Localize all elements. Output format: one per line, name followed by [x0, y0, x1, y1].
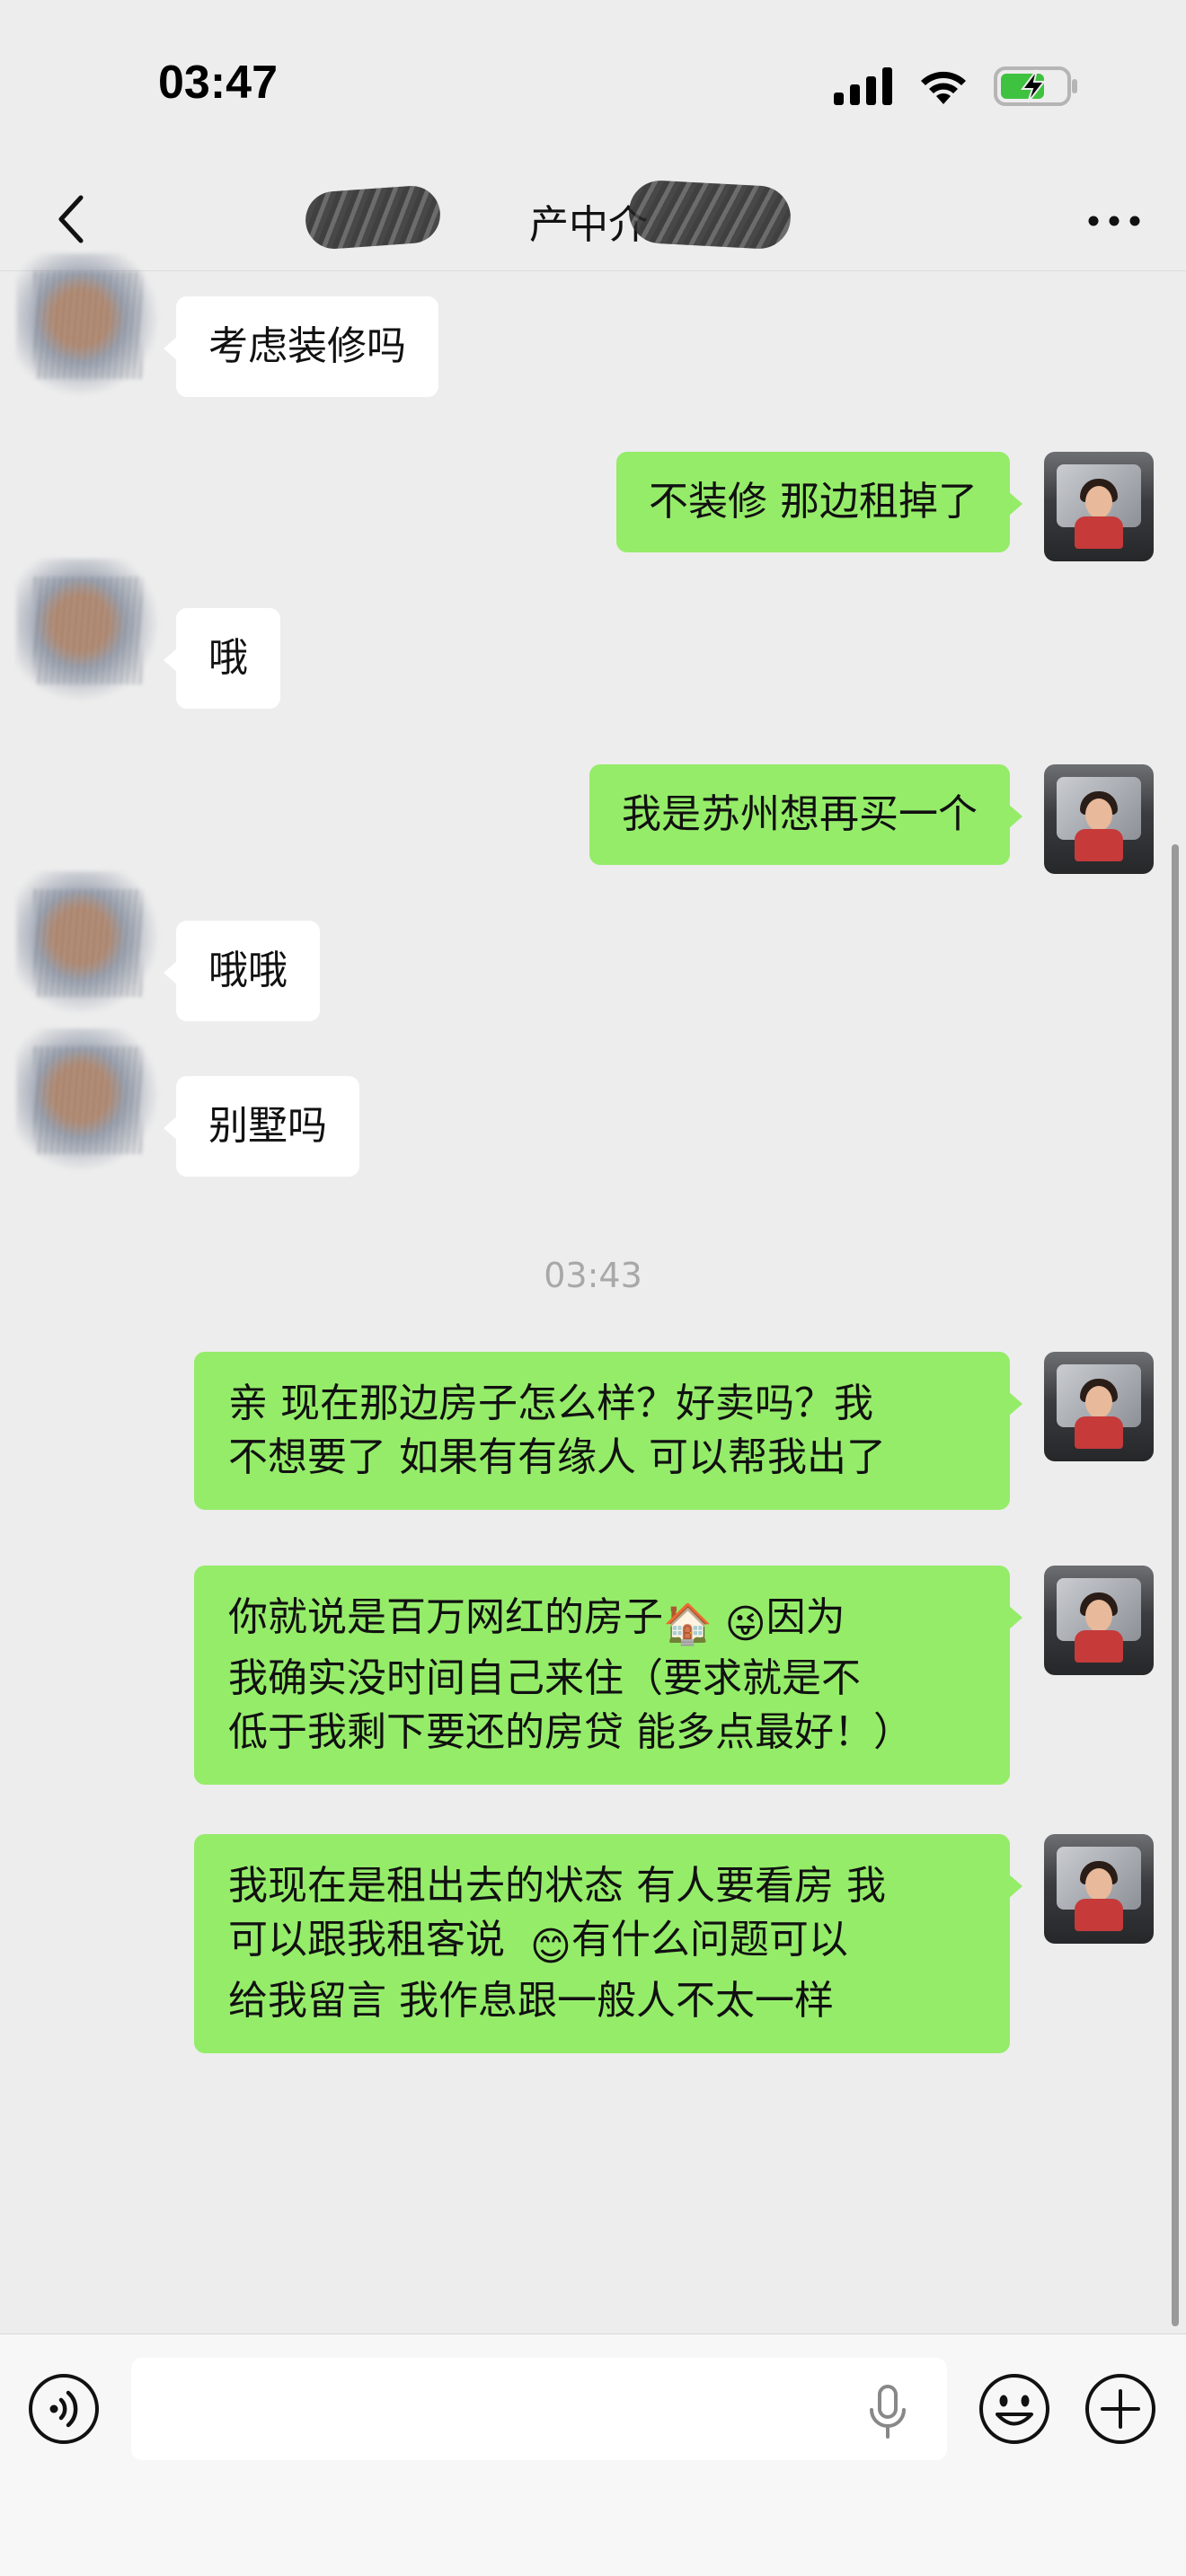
mic-button[interactable] — [864, 2385, 911, 2439]
message-bubble-outgoing[interactable]: 亲 现在那边房子怎么样？好卖吗？我 不想要了 如果有有缘人 可以帮我出了 — [194, 1352, 1022, 1510]
message-text-line: 亲 现在那边房子怎么样？好卖吗？我 — [228, 1381, 873, 1426]
contact-avatar[interactable] — [16, 559, 160, 702]
house-emoji: 🏠 — [663, 1601, 712, 1647]
message-text: 考虑装修吗 — [208, 323, 406, 369]
voice-button[interactable] — [27, 2372, 101, 2446]
message-text: 别墅吗 — [208, 1103, 327, 1149]
winking-tongue-emoji: 😜 — [724, 1601, 766, 1647]
message-bubble-incoming[interactable]: 哦 — [164, 608, 280, 709]
wifi-icon — [921, 71, 966, 104]
message-bubble-outgoing[interactable]: 不装修 那边租掉了 — [616, 452, 1022, 552]
contact-avatar[interactable] — [16, 871, 160, 1015]
plus-icon — [1085, 2374, 1155, 2444]
message-text-line: 不想要了 如果有有缘人 可以帮我出了 — [228, 1434, 886, 1480]
message-text-line: 给我留言 我作息跟一般人不太一样 — [228, 1978, 834, 2024]
status-bar: 03:47 — [0, 0, 1186, 171]
smiling-emoji: 😊 — [529, 1924, 571, 1970]
message-text: 有什么问题可以 — [571, 1917, 848, 1963]
chat-title-area: 产中介 — [296, 171, 881, 271]
mic-icon — [870, 2385, 906, 2439]
message-bubble-incoming[interactable]: 别墅吗 — [164, 1076, 359, 1177]
more-dots-icon — [1088, 216, 1140, 226]
message-input[interactable] — [131, 2358, 947, 2460]
redaction-scribble — [303, 183, 443, 251]
message-text: 哦哦 — [208, 948, 288, 993]
emoji-button[interactable] — [978, 2372, 1051, 2446]
status-icons — [834, 63, 1078, 110]
chevron-left-icon — [58, 195, 84, 243]
message-bubble-outgoing[interactable]: 我是苏州想再买一个 — [589, 764, 1022, 865]
signal-icon — [834, 67, 892, 105]
status-time: 03:47 — [158, 57, 278, 109]
my-avatar[interactable] — [1044, 1834, 1154, 1944]
message-text: 你就说是百万网红的房子 — [228, 1594, 663, 1640]
message-text: 可以跟我租客说 — [228, 1917, 505, 1963]
my-avatar[interactable] — [1044, 1566, 1154, 1675]
scrollbar[interactable] — [1172, 844, 1179, 2326]
my-avatar[interactable] — [1044, 452, 1154, 561]
emoji-icon — [979, 2374, 1049, 2444]
message-bubble-outgoing[interactable]: 你就说是百万网红的房子🏠 😜因为 我确实没时间自己来住（要求就是不 低于我剩下要… — [194, 1566, 1022, 1785]
redaction-scribble — [627, 179, 792, 251]
voice-icon — [29, 2374, 99, 2444]
message-bubble-incoming[interactable]: 考虑装修吗 — [164, 296, 438, 397]
back-button[interactable] — [36, 183, 108, 255]
chat-header: 产中介 — [0, 171, 1186, 271]
message-timestamp: 03:43 — [544, 1256, 642, 1295]
my-avatar[interactable] — [1044, 764, 1154, 874]
message-text-line: 我现在是租出去的状态 有人要看房 我 — [228, 1863, 886, 1909]
message-text-line: 我确实没时间自己来住（要求就是不 — [228, 1655, 861, 1701]
message-text-line: 低于我剩下要还的房贷 能多点最好！） — [228, 1709, 913, 1755]
add-button[interactable] — [1084, 2372, 1157, 2446]
my-avatar[interactable] — [1044, 1352, 1154, 1461]
message-text: 哦 — [208, 635, 248, 681]
message-text: 因为 — [766, 1594, 845, 1640]
contact-avatar[interactable] — [16, 253, 160, 397]
contact-avatar[interactable] — [16, 1028, 160, 1172]
more-button[interactable] — [1078, 194, 1150, 248]
message-text: 我是苏州想再买一个 — [622, 791, 978, 837]
message-bubble-incoming[interactable]: 哦哦 — [164, 921, 320, 1021]
input-bar — [0, 2333, 1186, 2576]
battery-charging-icon — [994, 66, 1077, 106]
message-text: 不装修 那边租掉了 — [649, 479, 978, 525]
message-bubble-outgoing[interactable]: 我现在是租出去的状态 有人要看房 我 可以跟我租客说 😊有什么问题可以 给我留言… — [194, 1834, 1022, 2053]
